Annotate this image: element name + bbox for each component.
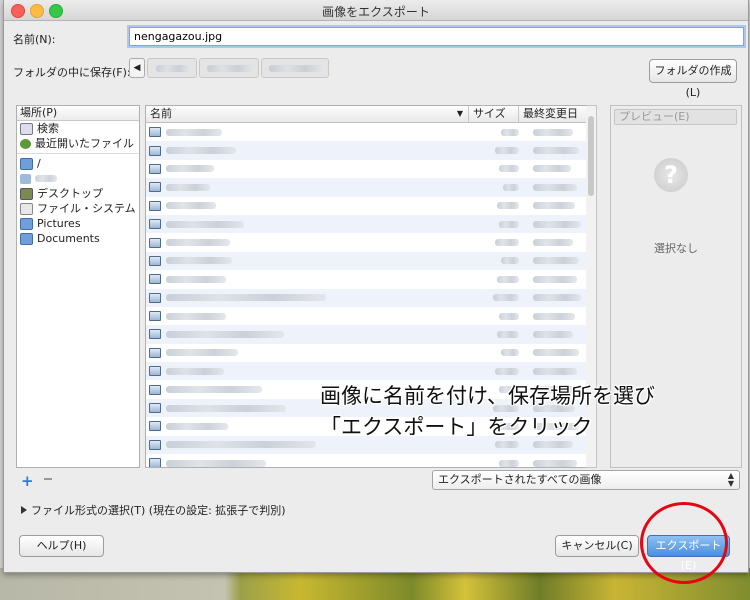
add-bookmark-icon[interactable]: + [21,472,34,490]
column-header-modified[interactable]: 最終変更日 [519,106,587,122]
place-item-filesystem[interactable]: ファイル・システム [17,201,139,216]
folder-icon [20,232,33,245]
file-row[interactable] [146,325,587,344]
window-title: 画像をエクスポート [322,5,430,19]
home-folder-icon [20,173,31,184]
image-file-icon [149,384,161,395]
desktop-icon [20,187,33,200]
places-header: 場所(P) [17,106,139,121]
image-file-icon [149,255,161,266]
export-dialog: 画像をエクスポート 名前(N): フォルダの中に保存(F): ◀ フォルダの作成… [3,0,749,573]
sort-descending-icon: ▼ [456,109,463,118]
folder-label: フォルダの中に保存(F): [13,66,131,79]
select-arrows-icon: ▲ ▼ [727,471,734,488]
create-folder-button[interactable]: フォルダの作成(L) [649,59,737,99]
place-item-desktop[interactable]: デスクトップ [17,186,139,201]
image-file-icon [149,403,161,414]
path-back-arrow-icon[interactable]: ◀ [129,58,145,78]
places-divider [17,153,139,154]
place-item-home[interactable] [17,171,139,186]
title-bar: 画像をエクスポート [4,0,748,21]
image-file-icon [149,219,161,230]
help-button[interactable]: ヘルプ(H) [19,535,104,557]
filename-input[interactable] [129,27,744,46]
file-row[interactable] [146,214,587,234]
file-row[interactable] [146,288,587,307]
image-file-icon [149,421,161,432]
path-crumb[interactable] [199,58,259,78]
no-preview-icon: ? [654,158,688,192]
file-row[interactable] [146,344,587,362]
image-file-icon [149,127,161,138]
file-row[interactable] [146,123,587,141]
file-row[interactable] [146,454,587,467]
image-file-icon [149,347,161,358]
highlight-circle [640,502,728,584]
place-item-root[interactable]: / [17,156,139,171]
no-selection-text: 選択なし [654,242,698,255]
file-row[interactable] [146,160,587,178]
image-file-icon [149,237,161,248]
file-row[interactable] [146,270,587,288]
image-file-icon [149,182,161,193]
file-list-header: 名前 ▼ サイズ 最終変更日 [146,106,587,123]
folder-icon [20,157,33,170]
image-file-icon [149,366,161,377]
instruction-annotation: 画像に名前を付け、保存場所を選び 「エクスポート」をクリック [320,381,655,443]
annotation-line-2: 「エクスポート」をクリック [320,415,593,439]
annotation-line-1: 画像に名前を付け、保存場所を選び [320,384,655,408]
image-file-icon [149,163,161,174]
scrollbar-thumb[interactable] [588,116,594,196]
column-header-name[interactable]: 名前 ▼ [146,106,469,122]
path-crumb[interactable] [261,58,329,78]
recent-icon [20,138,31,149]
remove-bookmark-icon[interactable] [44,478,52,480]
cancel-button[interactable]: キャンセル(C) [555,535,639,557]
image-file-icon [149,311,161,322]
file-filter-select[interactable]: エクスポートされたすべての画像 ▲ ▼ [432,470,740,490]
disclosure-triangle-icon [21,506,27,514]
image-file-icon [149,329,161,340]
file-row[interactable] [146,251,587,271]
drive-icon [20,202,33,215]
image-file-icon [149,458,161,467]
name-label: 名前(N): [13,33,56,46]
file-row[interactable] [146,307,587,325]
place-item-search[interactable]: 検索 [17,121,139,136]
preview-button[interactable]: プレビュー(E) [614,109,737,125]
place-item-documents[interactable]: Documents [17,231,139,246]
file-row[interactable] [146,362,587,381]
image-file-icon [149,274,161,285]
image-file-icon [149,439,161,450]
path-crumb[interactable] [147,58,197,78]
search-icon [20,122,33,135]
image-file-icon [149,200,161,211]
file-row[interactable] [146,197,587,215]
image-file-icon [149,292,161,303]
column-header-size[interactable]: サイズ [469,106,519,122]
file-row[interactable] [146,178,587,197]
folder-icon [20,217,33,230]
place-item-recent[interactable]: 最近開いたファイル [17,136,139,151]
place-item-pictures[interactable]: Pictures [17,216,139,231]
file-row[interactable] [146,233,587,251]
places-panel: 場所(P) 検索 最近開いたファイル / デスクトップ ファイル・システム Pi… [16,105,140,468]
filetype-expander[interactable]: ファイル形式の選択(T) (現在の設定: 拡張子で判別) [21,502,286,518]
image-file-icon [149,145,161,156]
file-row[interactable] [146,141,587,160]
